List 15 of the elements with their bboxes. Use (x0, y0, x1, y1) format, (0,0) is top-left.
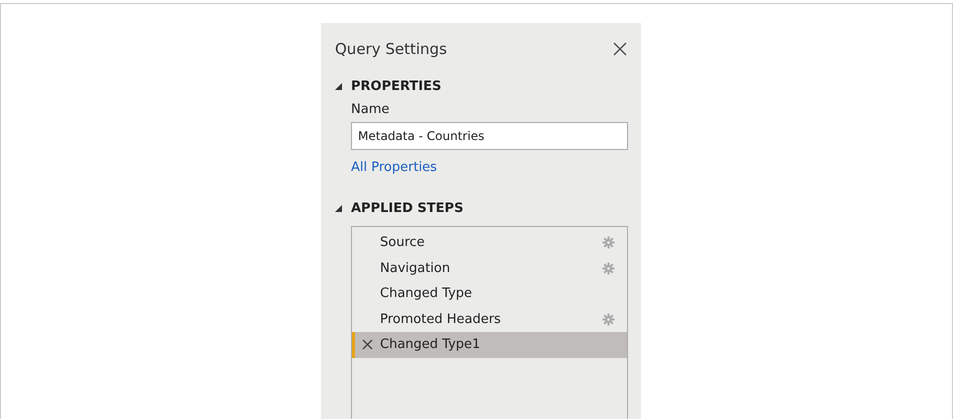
all-properties-link[interactable]: All Properties (351, 160, 437, 175)
panel-title: Query Settings (335, 40, 447, 58)
collapse-triangle-icon[interactable] (335, 205, 342, 212)
step-item[interactable]: Navigation (352, 256, 627, 281)
section-heading: PROPERTIES (351, 79, 442, 94)
step-item[interactable]: Changed Type1 (352, 332, 627, 358)
close-icon[interactable] (613, 42, 627, 56)
collapse-triangle-icon[interactable] (335, 83, 342, 90)
name-field[interactable]: Metadata - Countries (351, 122, 628, 150)
step-item[interactable]: Promoted Headers (352, 306, 627, 332)
step-item[interactable]: Changed Type (352, 281, 627, 306)
delete-icon[interactable] (362, 339, 373, 350)
field-label: Name (351, 102, 390, 117)
step-item[interactable]: Source (352, 230, 627, 256)
section-heading: APPLIED STEPS (351, 201, 464, 216)
